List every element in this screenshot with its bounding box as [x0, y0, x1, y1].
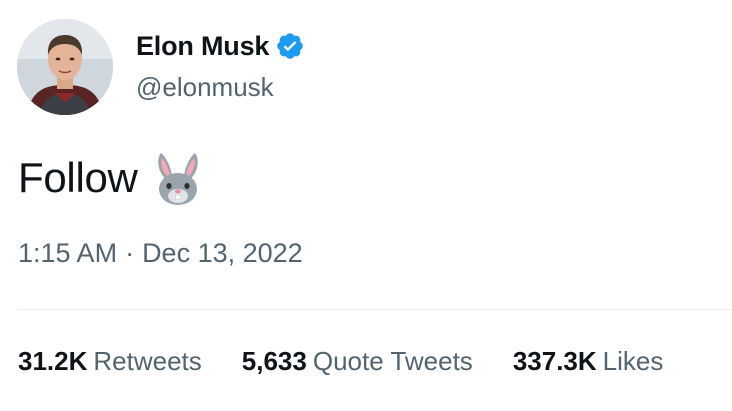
tweet-text: Follow [18, 154, 138, 201]
quote-tweets-stat[interactable]: 5,633 Quote Tweets [242, 346, 473, 377]
author-display-name[interactable]: Elon Musk [136, 31, 269, 62]
retweets-label: Retweets [93, 346, 202, 376]
rabbit-face-emoji-icon [152, 149, 204, 207]
likes-label: Likes [602, 346, 664, 376]
retweets-stat[interactable]: 31.2K Retweets [18, 346, 202, 377]
tweet-card: Elon Musk @elonmusk Follow 1:15 AM · Dec… [0, 0, 732, 411]
retweets-count: 31.2K [18, 346, 88, 376]
divider [18, 309, 732, 310]
likes-stat[interactable]: 337.3K Likes [513, 346, 664, 377]
timestamp-separator: · [125, 238, 135, 268]
tweet-date: Dec 13, 2022 [142, 238, 303, 268]
name-row: Elon Musk [136, 26, 305, 66]
avatar-image [17, 19, 113, 115]
quote-tweets-label: Quote Tweets [312, 346, 473, 376]
tweet-stats: 31.2K Retweets 5,633 Quote Tweets 337.3K Li… [18, 346, 703, 377]
tweet-timestamp[interactable]: 1:15 AM · Dec 13, 2022 [18, 238, 303, 269]
tweet-body: Follow [18, 147, 204, 209]
author-info: Elon Musk @elonmusk [136, 26, 305, 103]
author-handle[interactable]: @elonmusk [136, 72, 305, 103]
verified-badge-icon [275, 31, 305, 61]
quote-tweets-count: 5,633 [241, 346, 307, 376]
tweet-time: 1:15 AM [18, 238, 118, 268]
likes-count: 337.3K [512, 346, 597, 376]
author-avatar[interactable] [17, 19, 113, 115]
